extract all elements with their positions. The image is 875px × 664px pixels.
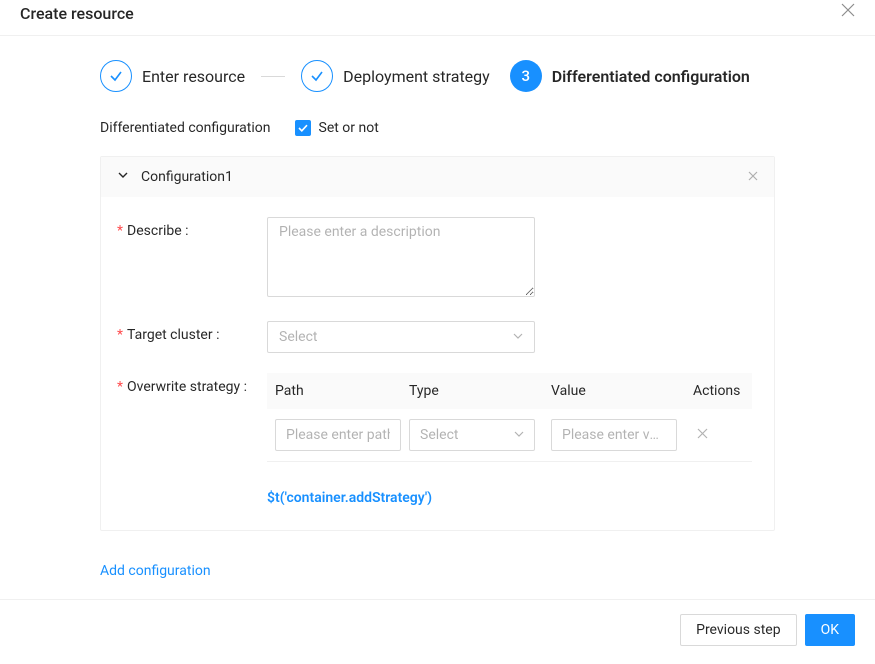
step-number: 3 bbox=[510, 60, 542, 92]
check-icon bbox=[100, 60, 132, 92]
panel-header[interactable]: Configuration1 bbox=[101, 157, 774, 197]
target-cluster-select[interactable]: Select bbox=[267, 321, 535, 353]
value-input[interactable] bbox=[551, 419, 677, 451]
describe-label: *Describe : bbox=[117, 217, 267, 239]
path-input[interactable] bbox=[275, 419, 401, 451]
form-row-target-cluster: *Target cluster : Select bbox=[117, 321, 758, 353]
type-select[interactable]: Select bbox=[409, 419, 535, 451]
select-placeholder: Select bbox=[279, 329, 317, 345]
form-row-describe: *Describe : bbox=[117, 217, 758, 301]
set-or-not-checkbox-wrap[interactable]: Set or not bbox=[295, 120, 379, 136]
form-row-overwrite-strategy: *Overwrite strategy : Path Type Value Ac… bbox=[117, 373, 758, 506]
diff-config-row: Differentiated configuration Set or not bbox=[100, 120, 775, 136]
modal-body: Enter resource Deployment strategy 3 Dif… bbox=[0, 36, 875, 599]
overwrite-strategy-table: Path Type Value Actions Select bbox=[267, 373, 752, 462]
panel-title: Configuration1 bbox=[141, 169, 233, 185]
add-strategy-link[interactable]: $t('container.addStrategy') bbox=[267, 490, 758, 506]
configuration-panel: Configuration1 *Describe : *Target clust… bbox=[100, 156, 775, 531]
modal-footer: Previous step OK bbox=[0, 599, 875, 660]
col-header-path: Path bbox=[267, 383, 409, 399]
step-enter-resource[interactable]: Enter resource bbox=[100, 60, 245, 92]
diff-config-label: Differentiated configuration bbox=[100, 120, 271, 136]
describe-textarea[interactable] bbox=[267, 217, 535, 297]
table-row: Select bbox=[267, 409, 752, 462]
chevron-down-icon bbox=[514, 428, 524, 442]
modal-title: Create resource bbox=[20, 4, 134, 23]
target-cluster-label: *Target cluster : bbox=[117, 321, 267, 343]
ok-button[interactable]: OK bbox=[805, 614, 855, 646]
table-header: Path Type Value Actions bbox=[267, 373, 752, 409]
step-divider bbox=[261, 76, 285, 77]
step-deployment-strategy[interactable]: Deployment strategy bbox=[301, 60, 490, 92]
col-header-type: Type bbox=[409, 383, 551, 399]
panel-close-icon[interactable] bbox=[748, 170, 758, 184]
overwrite-strategy-label: *Overwrite strategy : bbox=[117, 373, 267, 395]
previous-step-button[interactable]: Previous step bbox=[680, 614, 796, 646]
modal-header: Create resource bbox=[0, 0, 875, 36]
add-configuration-link[interactable]: Add configuration bbox=[100, 563, 775, 579]
steps: Enter resource Deployment strategy 3 Dif… bbox=[100, 60, 775, 92]
check-icon bbox=[301, 60, 333, 92]
checkbox-checked-icon[interactable] bbox=[295, 120, 311, 136]
col-header-value: Value bbox=[551, 383, 693, 399]
step-label: Enter resource bbox=[142, 67, 245, 86]
chevron-down-icon bbox=[117, 169, 129, 185]
close-icon[interactable] bbox=[841, 3, 855, 20]
step-label: Deployment strategy bbox=[343, 67, 490, 86]
select-placeholder: Select bbox=[420, 427, 458, 443]
row-delete-icon[interactable] bbox=[693, 428, 708, 443]
step-differentiated-configuration[interactable]: 3 Differentiated configuration bbox=[510, 60, 750, 92]
step-label: Differentiated configuration bbox=[552, 67, 750, 86]
panel-body: *Describe : *Target cluster : Select bbox=[101, 197, 774, 530]
checkbox-label: Set or not bbox=[319, 120, 379, 136]
col-header-actions: Actions bbox=[693, 383, 752, 399]
chevron-down-icon bbox=[513, 330, 523, 344]
